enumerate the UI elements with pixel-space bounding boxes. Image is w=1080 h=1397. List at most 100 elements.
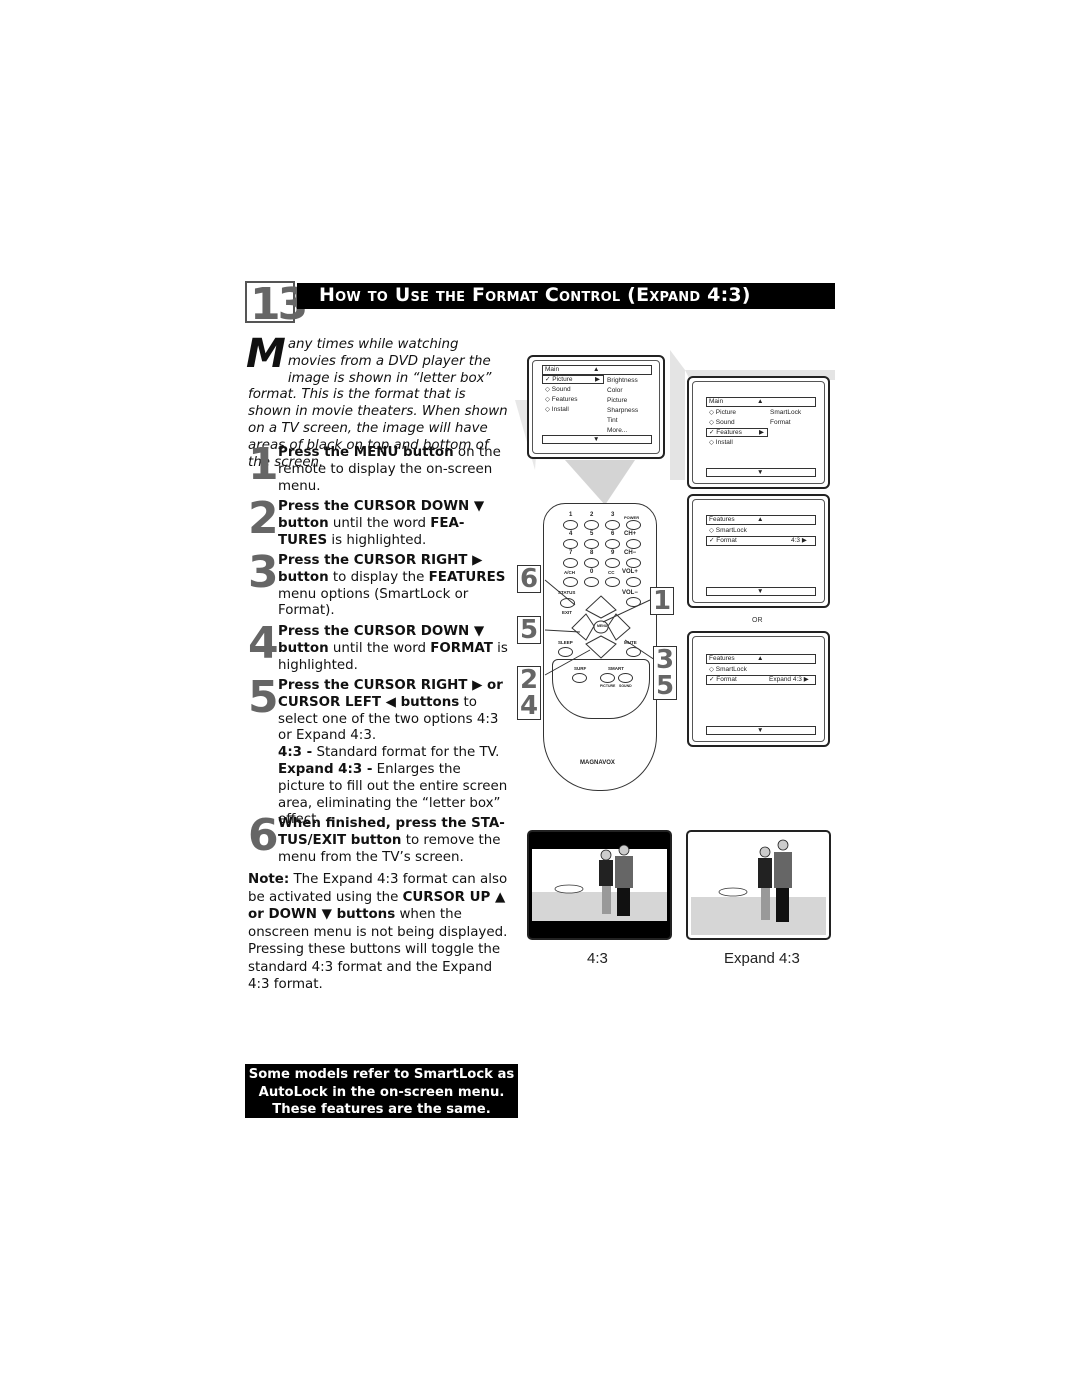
note-label: Note: xyxy=(248,872,290,887)
button-5[interactable] xyxy=(584,539,599,549)
callout-number: 4 xyxy=(520,691,539,721)
tv-screen-main-menu: Main ▲ ▶ ✓ Picture ◇ Sound ◇ Features ◇ … xyxy=(527,355,665,459)
submenu-item: Picture xyxy=(607,397,628,404)
down-arrow-icon: ▼ xyxy=(757,469,764,476)
button-4[interactable] xyxy=(563,539,578,549)
button-label: 4 xyxy=(569,531,573,537)
scene-illustration xyxy=(691,835,826,935)
down-arrow-icon: ▼ xyxy=(757,588,764,595)
format-value: Expand 4:3 ▶ xyxy=(769,676,809,683)
menu-item: ◇ Install xyxy=(545,406,569,413)
ground xyxy=(691,897,826,935)
format-value: 4:3 ▶ xyxy=(791,537,807,544)
step-2: 2 Press the CURSOR DOWN ▼ button until t… xyxy=(248,493,510,549)
submenu-item: Color xyxy=(607,387,623,394)
callout-step-1: 1 xyxy=(650,587,675,615)
woman-head xyxy=(600,849,612,861)
step-text: until the word xyxy=(328,640,431,656)
brand-logo: MAGNAVOX xyxy=(580,760,615,766)
button-label: 8 xyxy=(590,550,594,556)
down-arrow-icon: ▼ xyxy=(757,727,764,734)
menu-item: ◇ Sound xyxy=(545,386,571,393)
menu-item: ✓ Format xyxy=(709,676,737,683)
button-label: 3 xyxy=(611,512,615,518)
callout-number: 5 xyxy=(656,671,675,701)
step-text: to display the xyxy=(328,569,429,585)
woman-skirt xyxy=(602,886,611,914)
up-arrow-icon: ▲ xyxy=(757,655,764,662)
up-arrow-icon: ▲ xyxy=(757,516,764,523)
power-button[interactable] xyxy=(626,520,641,530)
menu-item: ✓ Picture xyxy=(545,376,573,383)
man-head xyxy=(618,844,630,856)
notice-line: These features are the same. xyxy=(272,1102,491,1117)
definition-term: 4:3 - xyxy=(278,745,313,761)
step-number: 4 xyxy=(248,618,279,669)
man-figure xyxy=(774,852,792,888)
menu-item: ◇ SmartLock xyxy=(709,666,747,673)
menu-title: Features xyxy=(709,655,735,662)
tv-screen-features-selected: Main ▲ ◇ Picture ◇ Sound ✓ Features ▶ ◇ … xyxy=(687,376,830,489)
man-legs xyxy=(776,888,789,922)
menu-title: Main xyxy=(545,366,560,373)
up-arrow-icon: ▲ xyxy=(757,398,764,405)
menu-item: ✓ Format xyxy=(709,537,737,544)
scene-illustration xyxy=(532,844,667,921)
step-1: 1 Press the MENU button on the remote to… xyxy=(248,443,510,495)
step-number: 3 xyxy=(248,547,279,598)
shade-down xyxy=(565,460,635,505)
tv-screen-format-expand: Features ▲ ◇ SmartLock ✓ Format Expand 4… xyxy=(687,631,830,747)
picture-expand-4-3 xyxy=(686,830,831,940)
button-label: 2 xyxy=(590,512,594,518)
channel-up-button[interactable] xyxy=(626,539,641,549)
button-label: 7 xyxy=(569,550,573,556)
definition-text: Standard format for the TV. xyxy=(312,745,500,761)
airplane xyxy=(718,887,748,897)
menu-item: ◇ Picture xyxy=(709,409,737,416)
step-6: 6 When finished, press the STA-TUS/EXIT … xyxy=(248,814,510,866)
right-arrow-icon: ▶ xyxy=(595,376,600,383)
callout-step-2-4: 2 4 xyxy=(517,665,542,721)
drop-cap: M xyxy=(246,331,286,377)
callout-line-3-5 xyxy=(624,639,656,661)
section-number-box: 13 xyxy=(245,279,308,330)
callout-line-2-4 xyxy=(544,649,591,676)
section-title: How to Use the Format Control (Expand 4:… xyxy=(319,284,751,306)
menu-item: ✓ Features xyxy=(709,429,742,436)
caption-4-3: 4:3 xyxy=(587,950,608,967)
man-head xyxy=(777,839,789,851)
button-3[interactable] xyxy=(605,520,620,530)
airplane xyxy=(554,884,584,894)
button-label: CH+ xyxy=(624,531,637,537)
step-text-2: is highlighted. xyxy=(327,532,427,548)
picture-4-3-letterbox xyxy=(527,830,672,940)
button-label: 9 xyxy=(611,550,615,556)
notice-line: Some models refer to SmartLock as xyxy=(248,1067,515,1082)
button-1[interactable] xyxy=(563,520,578,530)
callout-number: 3 xyxy=(656,645,675,675)
notice-line: AutoLock in the on-screen menu. xyxy=(258,1084,505,1100)
woman-skirt xyxy=(761,888,770,920)
notice-box: Some models refer to SmartLock as AutoLo… xyxy=(245,1064,518,1118)
woman-figure xyxy=(599,860,613,886)
button-6[interactable] xyxy=(605,539,620,549)
down-arrow-icon: ▼ xyxy=(593,436,600,443)
button-label: 6 xyxy=(611,531,615,537)
callout-step-6: 6 xyxy=(517,565,542,593)
button-label: CH− xyxy=(624,550,637,556)
submenu-item: Format xyxy=(770,419,791,426)
step-bold-2: FEATURES xyxy=(428,569,506,585)
step-number: 2 xyxy=(248,493,279,544)
submenu-item: SmartLock xyxy=(770,409,802,416)
callout-line-6 xyxy=(544,579,576,606)
header-rule xyxy=(297,307,835,309)
man-figure xyxy=(615,856,633,888)
step-4: 4 Press the CURSOR DOWN ▼ button until t… xyxy=(248,618,510,674)
menu-item: ◇ Features xyxy=(545,396,578,403)
button-2[interactable] xyxy=(584,520,599,530)
menu-title: Features xyxy=(709,516,735,523)
callout-number: 2 xyxy=(520,665,539,695)
section-title-bar: How to Use the Format Control (Expand 4:… xyxy=(297,283,835,307)
shade-right xyxy=(670,350,685,480)
step-bold: Press the MENU button xyxy=(278,445,454,460)
